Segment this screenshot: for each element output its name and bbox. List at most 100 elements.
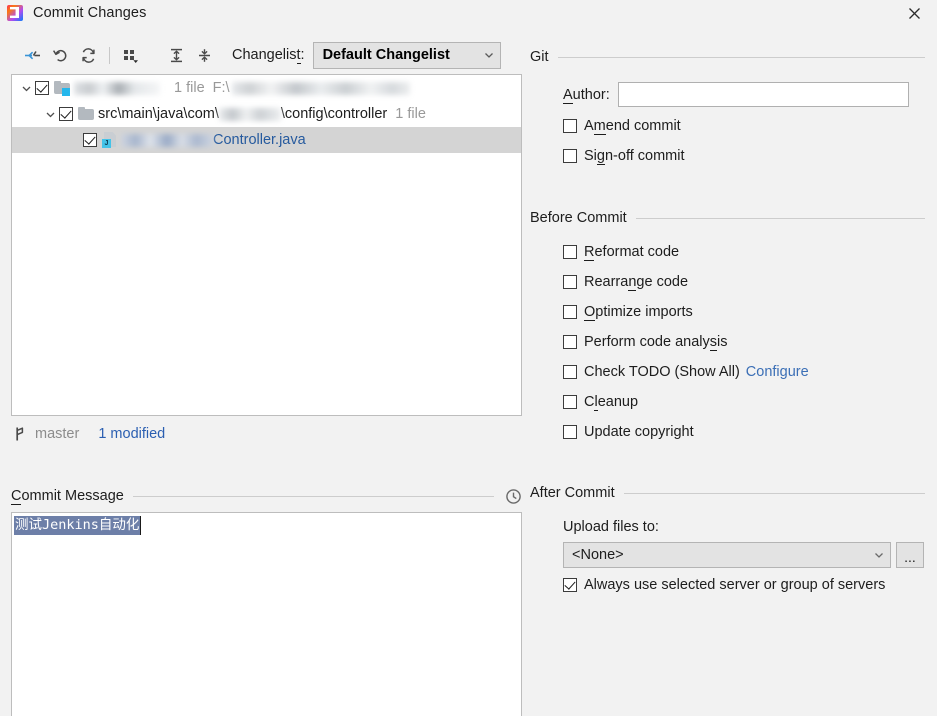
always-use-server-label: Always use selected server or group of s…: [584, 577, 885, 593]
amend-commit-mnemonic: m: [594, 118, 606, 135]
perform-code-analysis-checkbox[interactable]: Perform code analysis: [563, 327, 937, 357]
expand-all-icon[interactable]: [162, 42, 190, 68]
group-by-icon[interactable]: [117, 42, 145, 68]
commit-message-mnemonic: C: [11, 488, 21, 505]
cleanup-label: Cleanup: [584, 394, 638, 410]
optimize-imports-mnemonic: O: [584, 304, 595, 321]
tree-root-path-prefix: F:\: [213, 80, 230, 96]
modified-count-link[interactable]: 1 modified: [98, 426, 165, 442]
table-row[interactable]: J Controller.java: [12, 127, 521, 153]
revert-icon[interactable]: [46, 42, 74, 68]
checkbox-box: [563, 245, 577, 259]
tree-checkbox-folder[interactable]: [59, 107, 73, 121]
signoff-commit-label: Sign-off commit: [584, 148, 685, 164]
module-folder-icon: [54, 80, 70, 96]
checkbox-box: [563, 578, 577, 592]
check-todo-label: Check TODO (Show All): [584, 364, 740, 380]
changelist-select[interactable]: Default Changelist: [313, 42, 501, 69]
before-commit-group: Before Commit Reformat code Rearrange co…: [530, 208, 937, 447]
changelist-mnemonic: t: [297, 47, 301, 64]
amend-commit-checkbox[interactable]: Amend commit: [563, 111, 937, 141]
checkbox-box: [563, 149, 577, 163]
redacted-package-name: [219, 108, 281, 121]
table-row[interactable]: src\main\java\com\ \config\controller 1 …: [12, 101, 521, 127]
window-titlebar: Commit Changes: [0, 0, 937, 26]
upload-files-label: Upload files to:: [563, 515, 937, 539]
commit-message-label: Commit Message: [11, 488, 124, 504]
chevron-down-icon: [478, 49, 500, 61]
toolbar-separator: [109, 47, 110, 64]
cleanup-mnemonic: l: [594, 394, 597, 411]
redacted-project-path: [232, 82, 410, 95]
table-row[interactable]: 1 file F:\: [12, 75, 521, 101]
signoff-commit-checkbox[interactable]: Sign-off commit: [563, 141, 937, 171]
author-row: Author:: [563, 81, 937, 108]
chevron-down-icon[interactable]: [18, 83, 35, 94]
checkbox-box: [563, 119, 577, 133]
changes-pane: Changelist: Default Changelist 1 f: [0, 26, 530, 690]
after-commit-header: After Commit: [530, 483, 937, 503]
tree-folder-path-prefix: src\main\java\com\: [98, 106, 219, 122]
tree-folder-count: 1 file: [395, 106, 426, 122]
window-title: Commit Changes: [33, 5, 146, 21]
perform-code-analysis-label: Perform code analysis: [584, 334, 727, 350]
browse-servers-button[interactable]: ...: [896, 542, 924, 568]
before-commit-header: Before Commit: [530, 208, 937, 228]
optimize-imports-label: Optimize imports: [584, 304, 693, 320]
divider: [624, 493, 925, 494]
git-options-group: Git Author: Amend commit Sign-off commit: [530, 47, 937, 171]
java-file-icon: J: [102, 132, 118, 148]
tree-checkbox-root[interactable]: [35, 81, 49, 95]
tree-checkbox-file[interactable]: [83, 133, 97, 147]
update-copyright-label: Update copyright: [584, 424, 694, 440]
show-diff-icon[interactable]: [18, 42, 46, 68]
before-commit-title: Before Commit: [530, 210, 627, 226]
rearrange-code-label: Rearrange code: [584, 274, 688, 290]
changes-toolbar: Changelist: Default Changelist: [0, 39, 530, 71]
author-field[interactable]: [618, 82, 909, 107]
checkbox-box: [563, 335, 577, 349]
changelist-value: Default Changelist: [314, 47, 478, 63]
redacted-project-name: [74, 82, 160, 95]
redacted-file-name: [121, 134, 213, 147]
optimize-imports-checkbox[interactable]: Optimize imports: [563, 297, 937, 327]
rearrange-code-checkbox[interactable]: Rearrange code: [563, 267, 937, 297]
amend-commit-label: Amend commit: [584, 118, 681, 134]
tree-folder-path-suffix: \config\controller: [281, 106, 387, 122]
divider: [558, 57, 925, 58]
commit-message-text: 测试Jenkins自动化: [14, 516, 141, 535]
upload-server-select[interactable]: <None>: [563, 542, 891, 568]
reformat-code-label: Reformat code: [584, 244, 679, 260]
reformat-code-checkbox[interactable]: Reformat code: [563, 237, 937, 267]
cleanup-checkbox[interactable]: Cleanup: [563, 387, 937, 417]
commit-message-header: Commit Message: [11, 485, 522, 507]
update-copyright-checkbox[interactable]: Update copyright: [563, 417, 937, 447]
reformat-code-mnemonic: R: [584, 244, 594, 261]
tree-file-name-suffix: Controller.java: [213, 132, 306, 148]
git-branch-icon: [14, 426, 28, 442]
checkbox-box: [563, 365, 577, 379]
close-icon[interactable]: [891, 0, 937, 26]
refresh-icon[interactable]: [74, 42, 102, 68]
author-mnemonic: A: [563, 87, 573, 104]
divider: [133, 496, 494, 497]
collapse-all-icon[interactable]: [190, 42, 218, 68]
chevron-down-icon[interactable]: [42, 109, 59, 120]
checkbox-box: [563, 275, 577, 289]
signoff-commit-mnemonic: g: [597, 148, 605, 165]
checkbox-box: [563, 425, 577, 439]
after-commit-title: After Commit: [530, 485, 615, 501]
changed-files-tree[interactable]: 1 file F:\ src\main\java\com\ \config\co…: [11, 74, 522, 416]
clock-icon[interactable]: [505, 488, 522, 505]
intellij-idea-icon: [7, 5, 23, 21]
changelist-label: Changelist:: [232, 47, 305, 63]
perform-code-analysis-mnemonic: s: [710, 334, 717, 351]
always-use-server-checkbox[interactable]: Always use selected server or group of s…: [563, 570, 937, 600]
author-label: Author:: [563, 87, 610, 103]
configure-todo-link[interactable]: Configure: [746, 364, 809, 380]
check-todo-checkbox[interactable]: Check TODO (Show All) Configure: [563, 357, 937, 387]
checkbox-box: [563, 395, 577, 409]
git-group-title: Git: [530, 49, 549, 65]
after-commit-group: After Commit Upload files to: <None> ...…: [530, 483, 937, 600]
commit-message-input[interactable]: 测试Jenkins自动化: [11, 512, 522, 716]
